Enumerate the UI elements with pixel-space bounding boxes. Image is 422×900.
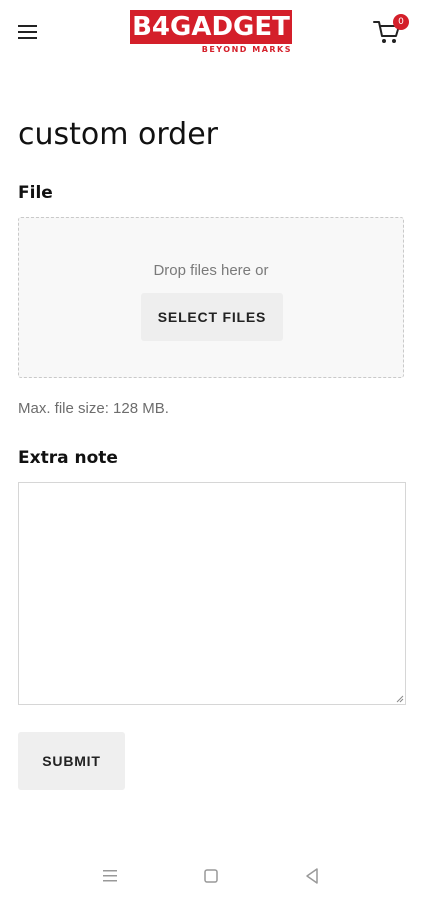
- system-navigation-bar: [0, 850, 422, 900]
- back-button[interactable]: [302, 866, 322, 886]
- recent-apps-button[interactable]: [100, 866, 120, 886]
- back-icon: [306, 868, 318, 884]
- extra-note-label: Extra note: [18, 448, 118, 468]
- logo-tagline: BEYOND MARKS: [201, 45, 292, 54]
- brand-logo[interactable]: B4GADGET BEYOND MARKS: [130, 10, 292, 56]
- submit-button[interactable]: SUBMIT: [18, 732, 125, 790]
- app-header: B4GADGET BEYOND MARKS 0: [0, 0, 422, 64]
- resize-handle-icon[interactable]: [396, 695, 404, 703]
- select-files-button[interactable]: SELECT FILES: [141, 293, 283, 341]
- hamburger-menu-icon: [18, 25, 37, 39]
- home-icon: [204, 869, 218, 883]
- home-button[interactable]: [201, 866, 221, 886]
- extra-note-textarea[interactable]: [18, 482, 406, 705]
- max-file-size-hint: Max. file size: 128 MB.: [18, 400, 169, 417]
- file-dropzone[interactable]: Drop files here or SELECT FILES: [18, 217, 404, 378]
- cart-count-badge: 0: [393, 14, 409, 30]
- logo-wordmark-box: B4GADGET: [130, 10, 292, 44]
- logo-wordmark: B4GADGET: [132, 12, 290, 42]
- page-title: custom order: [18, 117, 219, 152]
- cart-button[interactable]: 0: [372, 14, 409, 48]
- file-label: File: [18, 183, 53, 203]
- drop-files-text: Drop files here or: [153, 262, 269, 279]
- recent-apps-icon: [103, 870, 117, 882]
- hamburger-menu-button[interactable]: [16, 20, 40, 44]
